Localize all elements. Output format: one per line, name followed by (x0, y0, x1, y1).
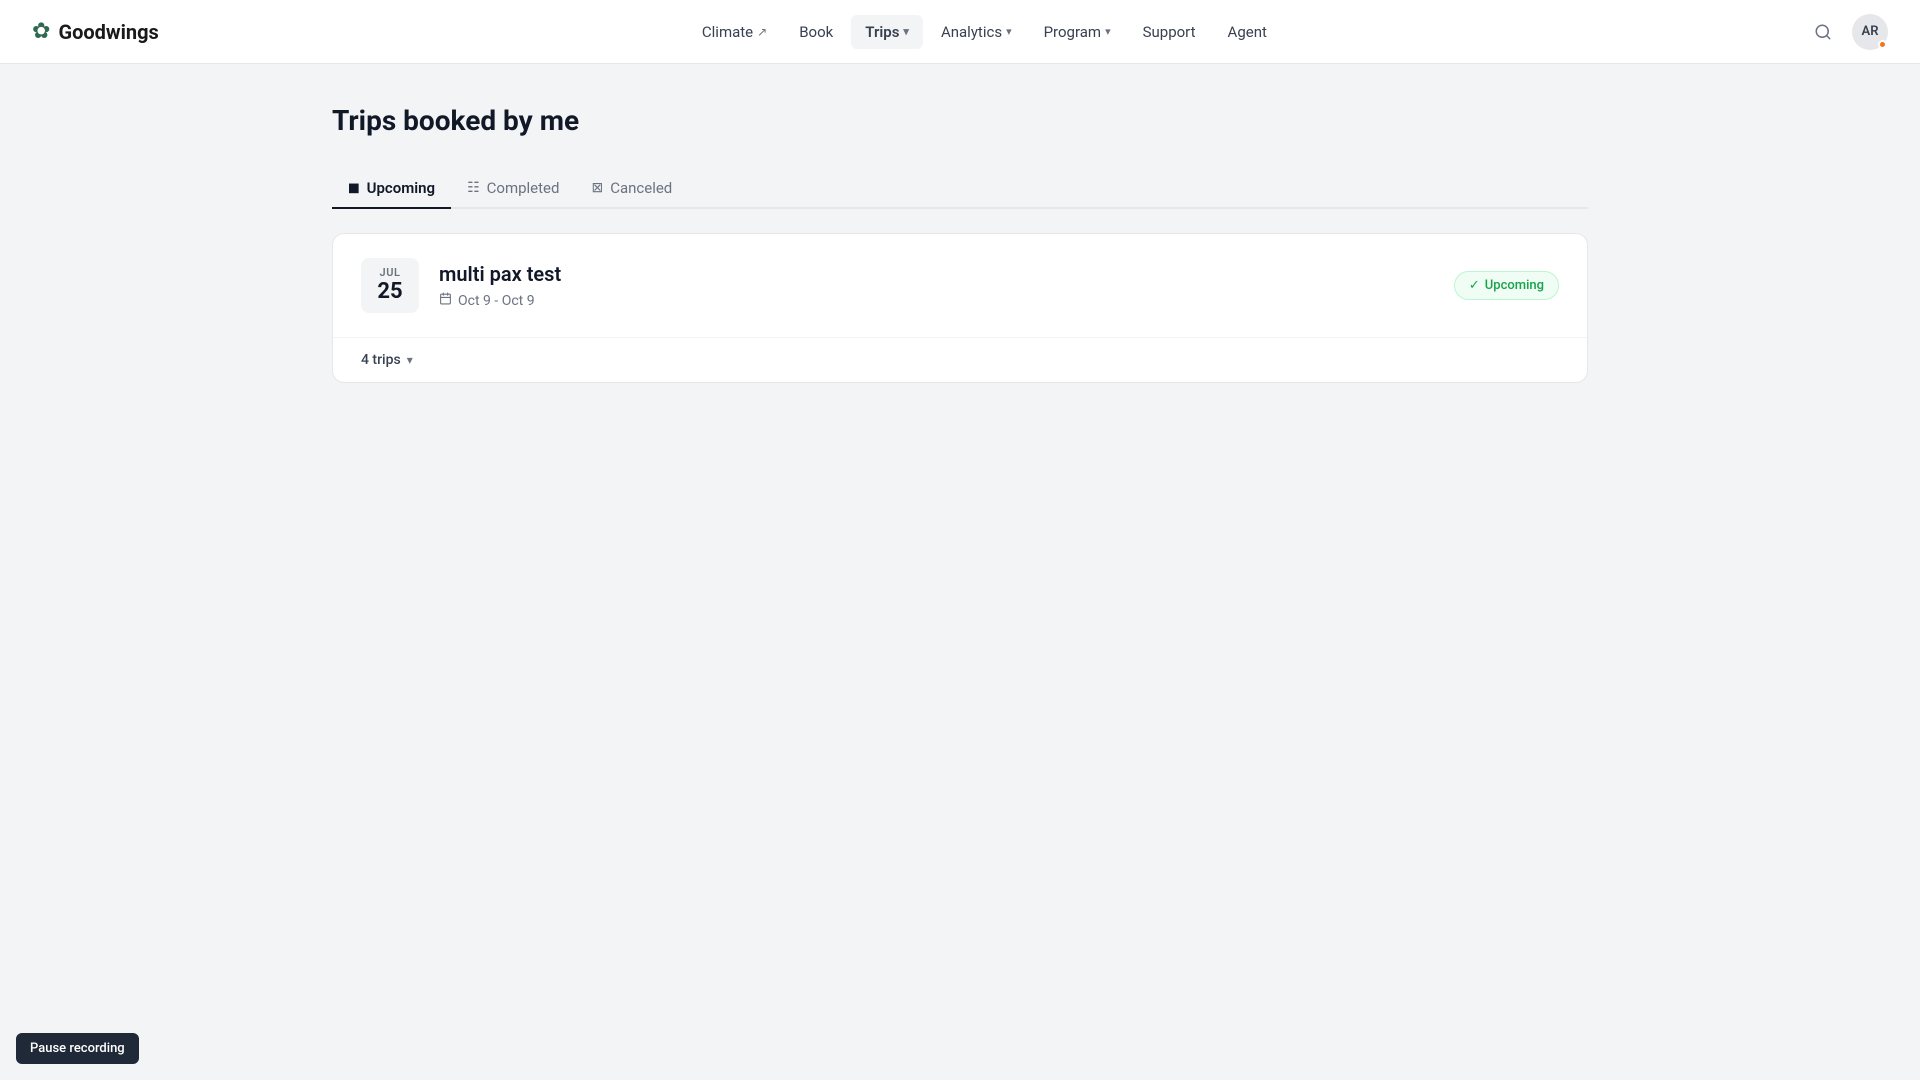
nav-item-trips[interactable]: Trips ▾ (851, 15, 923, 49)
trips-count-toggle[interactable]: 4 trips ▾ (361, 352, 413, 368)
pause-recording-label: Pause recording (30, 1041, 125, 1056)
date-badge-month: JUL (373, 266, 407, 279)
status-badge: ✓ Upcoming (1454, 271, 1559, 300)
nav-label-agent: Agent (1228, 23, 1267, 41)
nav-label-support: Support (1143, 23, 1196, 41)
trip-dates: Oct 9 - Oct 9 (439, 292, 1434, 309)
pause-recording-button[interactable]: Pause recording (16, 1033, 139, 1064)
nav-label-trips: Trips (865, 23, 899, 41)
external-link-icon-climate: ↗ (757, 25, 767, 39)
chevron-down-icon-analytics: ▾ (1006, 25, 1012, 38)
canceled-tab-icon: ⊠ (591, 180, 603, 196)
navbar: ✿ Goodwings Climate ↗ Book Trips ▾ Analy… (0, 0, 1920, 64)
nav-label-climate: Climate (702, 23, 753, 41)
tab-upcoming-label: Upcoming (367, 179, 435, 197)
logo-area: ✿ Goodwings (32, 19, 159, 44)
tab-canceled[interactable]: ⊠ Canceled (575, 169, 688, 209)
trip-card-footer: 4 trips ▾ (333, 337, 1587, 382)
trip-date-range: Oct 9 - Oct 9 (458, 293, 535, 309)
nav-item-program[interactable]: Program ▾ (1030, 15, 1125, 49)
nav-item-book[interactable]: Book (785, 15, 847, 49)
calendar-icon (439, 292, 452, 309)
nav-menu: Climate ↗ Book Trips ▾ Analytics ▾ Progr… (688, 15, 1281, 49)
nav-item-climate[interactable]: Climate ↗ (688, 15, 781, 49)
check-icon: ✓ (1469, 278, 1480, 293)
avatar-notification-dot (1878, 40, 1887, 49)
nav-item-analytics[interactable]: Analytics ▾ (927, 15, 1026, 49)
status-label: Upcoming (1485, 278, 1544, 293)
date-badge-day: 25 (373, 279, 407, 305)
date-badge: JUL 25 (361, 258, 419, 313)
tab-completed[interactable]: ☷ Completed (451, 169, 575, 209)
navbar-right: AR (1810, 14, 1888, 50)
logo-icon: ✿ (32, 19, 50, 44)
tab-upcoming[interactable]: ◼ Upcoming (332, 169, 451, 209)
trips-count-label: 4 trips (361, 352, 401, 368)
search-button[interactable] (1810, 19, 1836, 45)
completed-tab-icon: ☷ (467, 180, 480, 196)
chevron-down-icon-program: ▾ (1105, 25, 1111, 38)
chevron-down-icon: ▾ (407, 353, 413, 367)
nav-label-program: Program (1044, 23, 1101, 41)
trip-name: multi pax test (439, 262, 1434, 286)
nav-label-book: Book (799, 23, 833, 41)
avatar-initials: AR (1862, 24, 1879, 39)
search-icon (1814, 23, 1832, 41)
trip-info: multi pax test Oct 9 - Oct 9 (439, 262, 1434, 309)
nav-label-analytics: Analytics (941, 23, 1002, 41)
upcoming-tab-icon: ◼ (348, 180, 360, 196)
trip-card: JUL 25 multi pax test Oct 9 - Oct 9 (332, 233, 1588, 383)
chevron-down-icon-trips: ▾ (903, 25, 909, 38)
nav-item-support[interactable]: Support (1129, 15, 1210, 49)
nav-item-agent[interactable]: Agent (1214, 15, 1281, 49)
brand-name: Goodwings (58, 20, 158, 44)
tab-canceled-label: Canceled (610, 179, 672, 197)
page-title: Trips booked by me (332, 104, 1588, 137)
trip-card-header: JUL 25 multi pax test Oct 9 - Oct 9 (333, 234, 1587, 337)
tab-completed-label: Completed (487, 179, 560, 197)
avatar[interactable]: AR (1852, 14, 1888, 50)
tabs-container: ◼ Upcoming ☷ Completed ⊠ Canceled (332, 169, 1588, 209)
main-content: Trips booked by me ◼ Upcoming ☷ Complete… (300, 64, 1620, 423)
